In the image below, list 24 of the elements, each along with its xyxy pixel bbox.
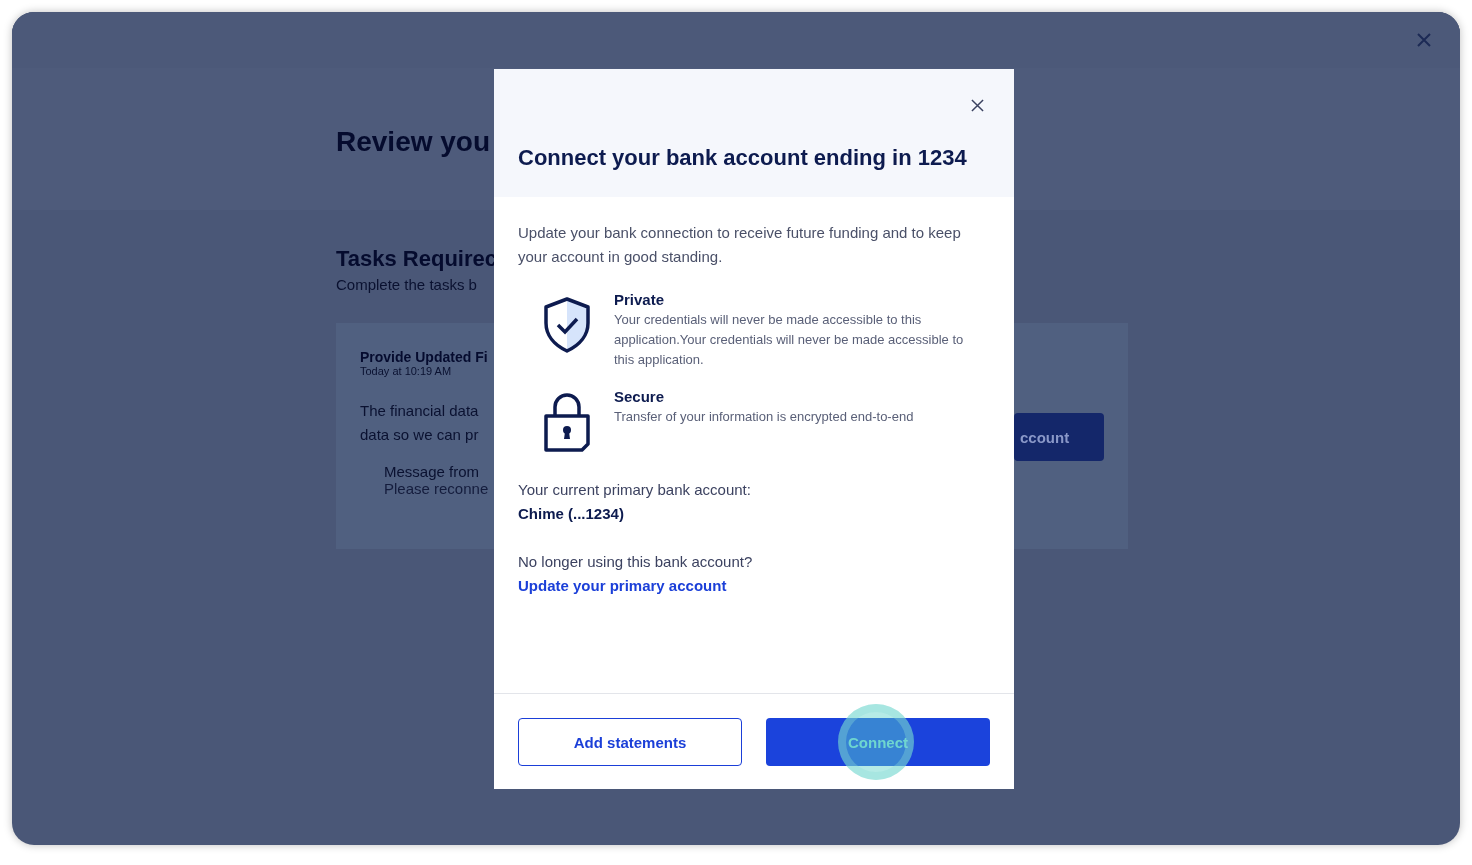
message-label: Message from [384, 463, 480, 480]
primary-account-label: Your current primary bank account: [518, 480, 752, 500]
close-icon[interactable] [971, 99, 984, 112]
shield-check-icon [542, 295, 592, 355]
section-subtitle: Complete the tasks b [336, 276, 477, 293]
task-title: Provide Updated Fi [360, 349, 488, 365]
update-account-link[interactable]: Update your primary account [518, 577, 727, 594]
feature-description: Your credentials will never be made accessible to this application.Your credentials will never be made accessible to this application. [614, 311, 965, 369]
task-time: Today at 10:19 AM [360, 365, 452, 377]
switch-account-text: No longer using this bank account? Update your primary account [518, 552, 754, 596]
primary-account-name: Chime (...1234) [518, 504, 625, 524]
padlock-icon [542, 392, 592, 452]
feature-title: Secure [614, 388, 666, 405]
account-button[interactable]: ccount [1014, 413, 1104, 461]
task-text: The financial data [360, 401, 479, 421]
dialog-title: Connect your bank account ending in 1234 [518, 145, 967, 171]
page-title: Review you [336, 126, 491, 158]
feature-title: Private [614, 291, 666, 308]
intro-text: Update your bank connection to receive future funding and to keep your account in good standing. [518, 223, 962, 267]
section-title: Tasks Requirec [336, 246, 497, 272]
task-text: data so we can pr [360, 425, 479, 445]
feature-description: Transfer of your information is encrypted end-to-end [614, 408, 915, 426]
message-text: Please reconne [384, 480, 489, 497]
add-statements-button[interactable]: Add statements [518, 718, 742, 766]
